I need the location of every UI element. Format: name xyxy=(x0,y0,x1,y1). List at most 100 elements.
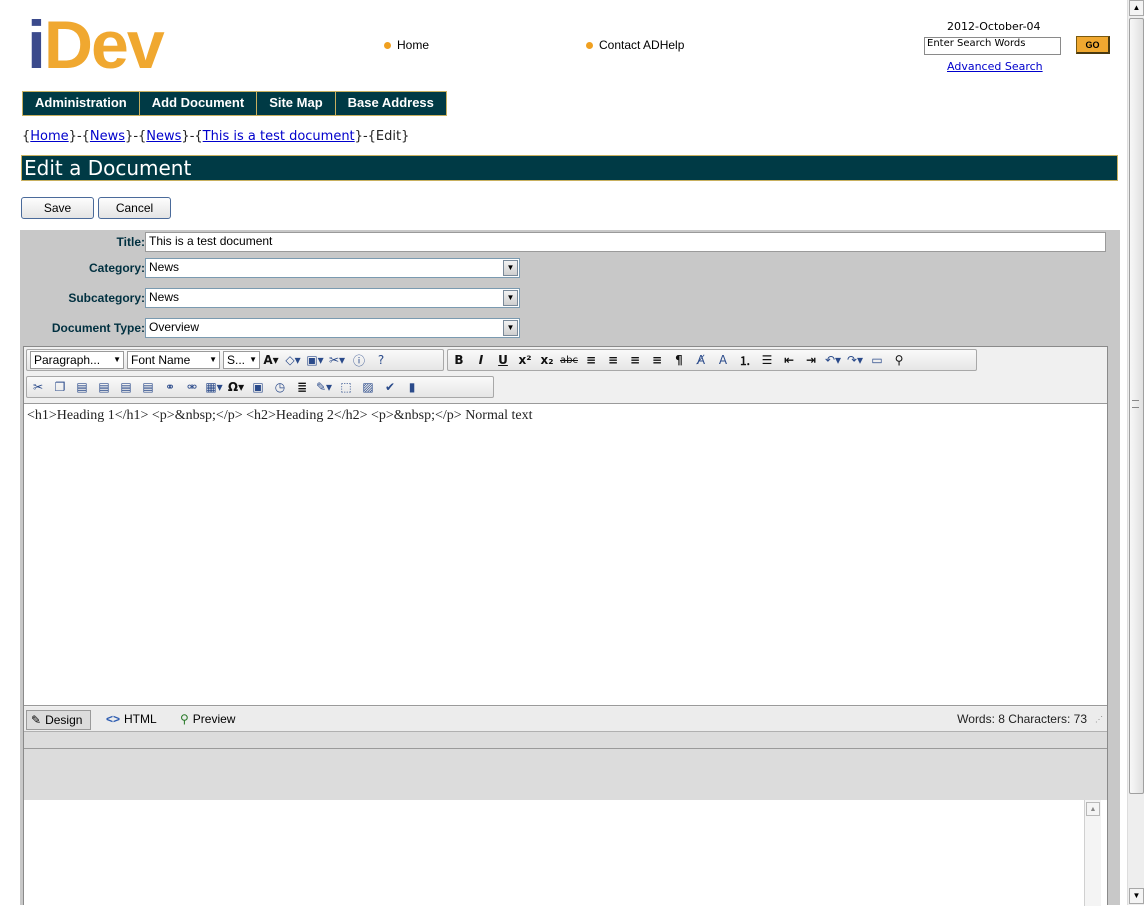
editor-mode-bar: ✎ Design <> HTML ⚲ Preview Words: 8 Charact… xyxy=(24,707,1107,731)
breadcrumb-current: Edit xyxy=(375,129,402,144)
home-link[interactable]: Home xyxy=(384,38,429,52)
secondary-text-area[interactable]: ▲ xyxy=(24,800,1107,906)
strikethrough-icon[interactable]: abc xyxy=(558,355,580,366)
align-right-icon[interactable]: ≡ xyxy=(624,353,646,367)
breadcrumb-home[interactable]: Home xyxy=(30,129,68,144)
bold-icon[interactable]: B xyxy=(448,353,470,367)
align-left-icon[interactable]: ≡ xyxy=(580,353,602,367)
insert-time-icon[interactable]: ◷ xyxy=(269,380,291,394)
editor-toolbar-insert: ✂ ❐ ▤ ▤ ▤ ▤ ⚭ ⚮ ▦▾ Ω▾ ▣ ◷ ≣ ✎▾ ⬚ ▨ ✔ ▮ xyxy=(26,376,494,398)
divider xyxy=(24,748,1107,749)
clear-format-icon[interactable]: A̸ xyxy=(690,353,712,367)
nav-administration[interactable]: Administration xyxy=(23,92,140,115)
bullet-list-icon[interactable]: ☰ xyxy=(756,353,778,367)
title-label: Title: xyxy=(116,235,145,249)
media-icon[interactable]: ▮ xyxy=(401,380,423,394)
paste-icon[interactable]: ▤ xyxy=(71,380,93,394)
format-stripper-icon[interactable]: A xyxy=(712,353,734,367)
special-character-icon[interactable]: Ω▾ xyxy=(225,380,247,394)
chevron-down-icon[interactable]: ▼ xyxy=(503,320,518,336)
html-mode-tab[interactable]: <> HTML xyxy=(106,710,157,728)
numbered-list-icon[interactable]: ⒈ xyxy=(734,352,756,369)
nav-base-address[interactable]: Base Address xyxy=(336,92,446,115)
outdent-icon[interactable]: ⇤ xyxy=(778,353,800,367)
scrollbar-grip-icon xyxy=(1132,400,1139,408)
highlight-color-icon[interactable]: ◇▾ xyxy=(282,353,304,367)
info-icon[interactable]: ⓘ xyxy=(348,352,370,369)
page-title: Edit a Document xyxy=(21,155,1118,181)
magnifier-icon: ⚲ xyxy=(180,712,189,726)
indent-icon[interactable]: ⇥ xyxy=(800,353,822,367)
insert-element-icon[interactable]: ▣▾ xyxy=(304,353,326,367)
paste-html-icon[interactable]: ▤ xyxy=(137,380,159,394)
spellcheck-icon[interactable]: ✔ xyxy=(379,380,401,394)
horizontal-rule-icon[interactable]: ▭ xyxy=(866,353,888,367)
paragraph-dropdown[interactable]: Paragraph... ▼ xyxy=(30,351,124,369)
underline-icon[interactable]: U xyxy=(492,353,514,367)
paragraph-align-icon[interactable]: ≣ xyxy=(291,380,313,394)
scroll-down-icon[interactable]: ▼ xyxy=(1129,888,1144,904)
idev-logo[interactable]: iDev xyxy=(27,10,165,80)
select-all-icon[interactable]: ⬚ xyxy=(335,380,357,394)
nav-add-document[interactable]: Add Document xyxy=(140,92,258,115)
advanced-search-link[interactable]: Advanced Search xyxy=(947,60,1043,73)
justify-icon[interactable]: ≡ xyxy=(646,353,668,367)
bullet-icon xyxy=(586,41,593,49)
main-nav: Administration Add Document Site Map Bas… xyxy=(22,91,447,116)
rich-text-editor: Paragraph... ▼ Font Name ▼ S... ▼ A▾ ◇▾ ▣▾ … xyxy=(23,346,1108,906)
contact-adhelp-link[interactable]: Contact ADHelp xyxy=(586,38,684,52)
font-size-dropdown[interactable]: S... ▼ xyxy=(223,351,260,369)
design-mode-tab[interactable]: ✎ Design xyxy=(26,710,92,730)
save-button[interactable]: Save xyxy=(21,197,94,219)
insert-link-icon[interactable]: ⚭ xyxy=(159,380,181,394)
chevron-down-icon[interactable]: ▼ xyxy=(503,290,518,306)
scroll-up-icon[interactable]: ▲ xyxy=(1086,802,1100,816)
copy-icon[interactable]: ❐ xyxy=(49,380,71,394)
find-icon[interactable]: ⚲ xyxy=(888,353,910,367)
resize-grip-icon[interactable]: ⋰ xyxy=(1095,715,1103,724)
image-manager-icon[interactable]: ▨ xyxy=(357,380,379,394)
insert-table-icon[interactable]: ▦▾ xyxy=(203,380,225,394)
textarea-scrollbar[interactable]: ▲ xyxy=(1084,800,1101,906)
breadcrumb: {Home}-{News}-{News}-{This is a test doc… xyxy=(22,129,410,144)
editor-content-area[interactable]: <h1>Heading 1</h1> <p>&nbsp;</p> <h2>Hea… xyxy=(24,403,1107,706)
cut-icon[interactable]: ✂ xyxy=(27,380,49,394)
chevron-down-icon[interactable]: ▼ xyxy=(503,260,518,276)
remove-link-icon[interactable]: ⚮ xyxy=(181,380,203,394)
subcategory-select[interactable]: News ▼ xyxy=(145,288,520,308)
help-icon[interactable]: ? xyxy=(370,353,392,367)
current-date: 2012-October-04 xyxy=(947,20,1041,33)
align-center-icon[interactable]: ≡ xyxy=(602,353,624,367)
font-color-icon[interactable]: A▾ xyxy=(260,353,282,367)
breadcrumb-document[interactable]: This is a test document xyxy=(203,129,355,144)
snippets-icon[interactable]: ✂▾ xyxy=(326,353,348,367)
breadcrumb-news[interactable]: News xyxy=(90,129,125,144)
format-brush-icon[interactable]: ✎▾ xyxy=(313,380,335,394)
font-name-dropdown[interactable]: Font Name ▼ xyxy=(127,351,220,369)
pencil-icon: ✎ xyxy=(31,713,42,727)
undo-icon[interactable]: ↶▾ xyxy=(822,353,844,367)
editor-toolbar-style: B I U x² x₂ abc ≡ ≡ ≡ ≡ ¶ A̸ A ⒈ ☰ ⇤ ⇥ ↶… xyxy=(447,349,977,371)
editor-toolbar-format: Paragraph... ▼ Font Name ▼ S... ▼ A▾ ◇▾ ▣▾ … xyxy=(26,349,444,371)
preview-mode-tab[interactable]: ⚲ Preview xyxy=(180,710,235,728)
nav-site-map[interactable]: Site Map xyxy=(257,92,336,115)
document-type-select[interactable]: Overview ▼ xyxy=(145,318,520,338)
scroll-up-icon[interactable]: ▲ xyxy=(1129,0,1144,16)
title-field[interactable]: This is a test document xyxy=(145,232,1106,252)
subscript-icon[interactable]: x₂ xyxy=(536,353,558,367)
word-character-count: Words: 8 Characters: 73 xyxy=(957,712,1087,726)
insert-date-icon[interactable]: ▣ xyxy=(247,380,269,394)
redo-icon[interactable]: ↷▾ xyxy=(844,353,866,367)
italic-icon[interactable]: I xyxy=(470,353,492,367)
category-select[interactable]: News ▼ xyxy=(145,258,520,278)
paste-plain-icon[interactable]: ▤ xyxy=(93,380,115,394)
paragraph-mark-icon[interactable]: ¶ xyxy=(668,353,690,367)
search-input[interactable]: Enter Search Words xyxy=(924,37,1061,55)
page-scrollbar[interactable]: ▲ ▼ xyxy=(1127,0,1144,905)
subcategory-label: Subcategory: xyxy=(68,291,145,305)
breadcrumb-news-sub[interactable]: News xyxy=(146,129,181,144)
paste-word-icon[interactable]: ▤ xyxy=(115,380,137,394)
cancel-button[interactable]: Cancel xyxy=(98,197,171,219)
go-button[interactable]: GO xyxy=(1076,36,1110,54)
superscript-icon[interactable]: x² xyxy=(514,353,536,367)
